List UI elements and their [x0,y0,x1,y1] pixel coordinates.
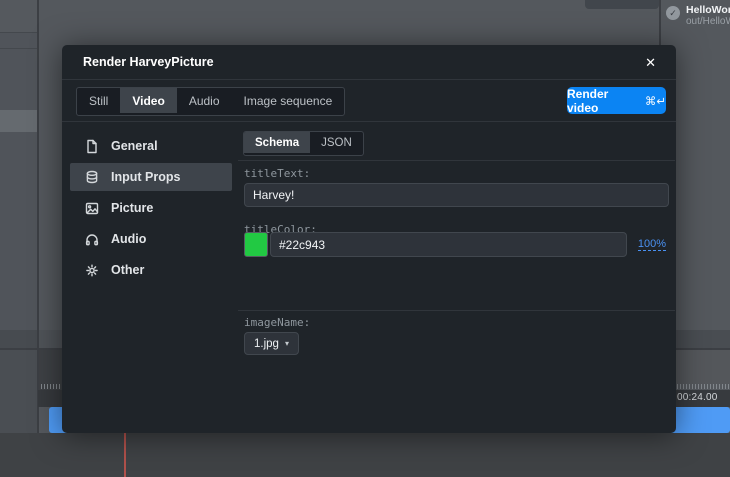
sidebar-item-label: Input Props [111,170,181,184]
sidebar-item-input-props[interactable]: Input Props [70,163,232,191]
image-icon [85,202,99,214]
render-dialog: Render HarveyPicture ✕ Still Video Audio… [62,45,676,433]
tab-image-sequence[interactable]: Image sequence [232,88,345,113]
sidebar-item-other[interactable]: Other [70,256,232,284]
sidebar-item-audio[interactable]: Audio [70,225,232,253]
divider [238,160,675,161]
divider [62,121,676,122]
sidebar-item-label: General [111,139,158,153]
close-icon[interactable]: ✕ [641,53,660,73]
timeline-timecode: 00:24.00 [677,392,718,403]
database-icon [86,170,98,183]
headphones-icon [85,233,99,245]
sidebar-item-label: Picture [111,201,154,215]
tab-schema[interactable]: Schema [244,132,311,153]
divider [0,32,37,33]
field-label-titletext: titleText: [244,167,311,180]
timeline-ruler-ticks [41,384,62,389]
dialog-header: Render HarveyPicture ✕ [62,45,676,80]
render-done-check-icon: ✓ [666,6,680,20]
dialog-title: Render HarveyPicture [83,55,214,69]
divider [0,48,37,49]
titlecolor-hex-input[interactable] [270,232,627,257]
compositions-sidebar-header [0,0,37,32]
titlecolor-field-row: 100% [244,232,669,257]
chevron-down-icon: ▾ [284,339,289,348]
color-swatch[interactable] [244,232,268,257]
render-composition-name: HelloWorld [686,4,730,16]
timeline-playhead[interactable] [124,433,126,477]
keyboard-shortcut: ⌘↵ [644,95,666,108]
tab-still[interactable]: Still [77,88,120,113]
timeline-tracks-background [0,433,730,477]
field-label-imagename: imageName: [244,316,311,329]
toolbar-button-partial[interactable] [585,0,659,9]
tab-audio[interactable]: Audio [177,88,232,113]
opacity-link[interactable]: 100% [637,238,666,251]
tab-json[interactable]: JSON [310,132,363,153]
gear-icon [86,264,98,276]
sidebar-item-label: Other [111,263,145,277]
sidebar-item-general[interactable]: General [70,132,232,160]
composition-list-selected-item[interactable] [0,110,37,132]
render-type-tabs: Still Video Audio Image sequence [76,87,346,116]
file-icon [87,139,97,153]
timeline-track-block [0,330,37,348]
sidebar-item-label: Audio [111,232,147,246]
vertical-divider [659,0,661,46]
timeline-track-block [39,330,62,348]
divider [238,310,675,311]
sidebar-item-picture[interactable]: Picture [70,194,232,222]
dialog-sidebar: General Input Props Picture Audio Other [70,132,232,287]
imagename-selected-value: 1.jpg [254,337,279,350]
remotion-studio: ✓ HelloWorld out/HelloWorl 00:24.00 Rend… [0,0,730,477]
render-video-button[interactable]: Render video ⌘↵ [567,86,666,115]
render-queue-item[interactable]: ✓ HelloWorld out/HelloWorl [666,4,730,32]
render-video-button-label: Render video [567,86,609,115]
render-output-path: out/HelloWorl [686,16,730,27]
imagename-select[interactable]: 1.jpg ▾ [244,332,299,355]
tab-video[interactable]: Video [120,88,177,113]
props-view-tabs: Schema JSON [243,131,364,156]
titletext-input[interactable] [244,183,669,207]
